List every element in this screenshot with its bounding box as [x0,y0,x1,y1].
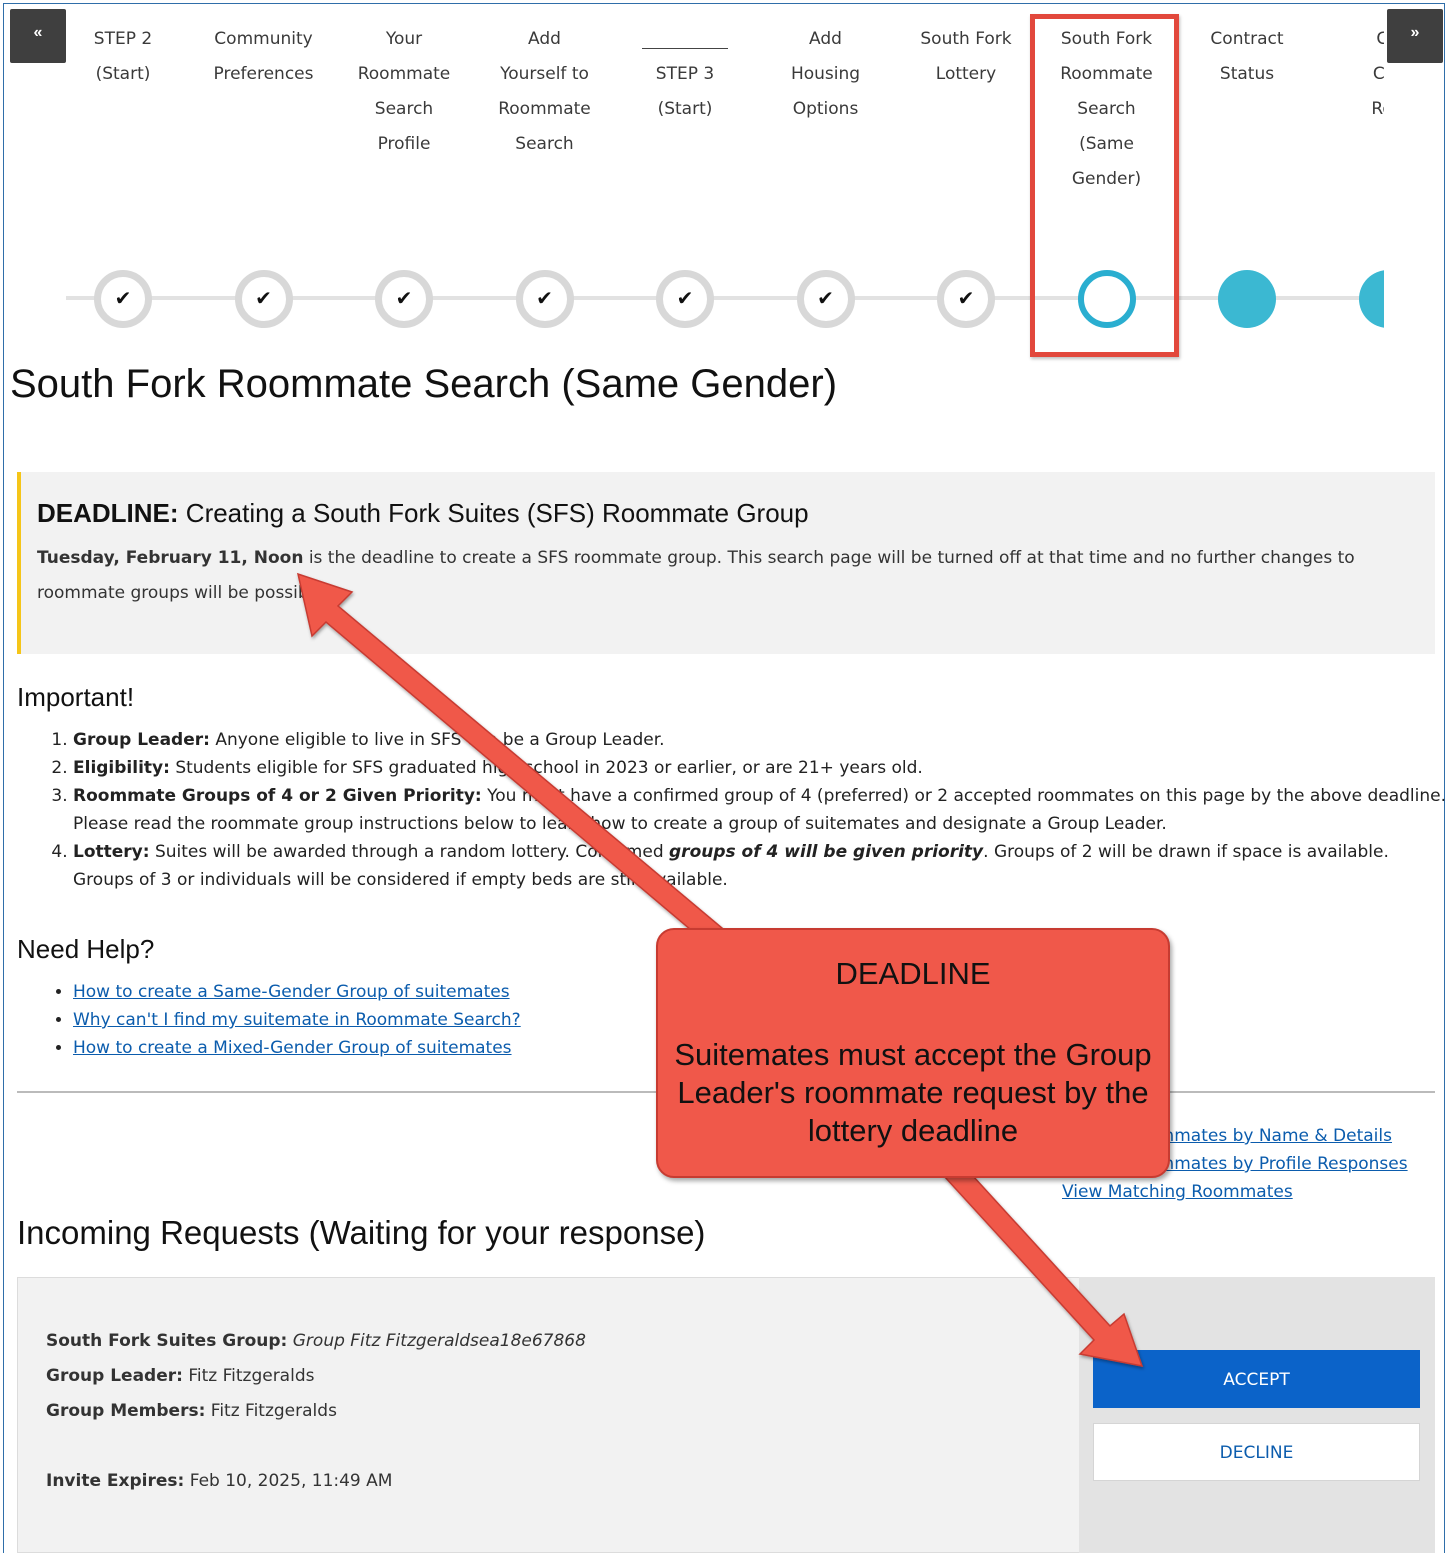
list-item: Group Leader: Anyone eligible to live in… [73,726,1450,754]
deadline-notice: DEADLINE: Creating a South Fork Suites (… [17,472,1435,654]
current-step-highlight [1030,14,1179,357]
list-item: How to create a Same-Gender Group of sui… [73,978,521,1006]
deadline-title: DEADLINE: Creating a South Fork Suites (… [37,498,809,528]
upcoming-step-icon [1358,270,1384,328]
step-label: South Fork Lottery [920,29,1012,84]
checkmark-icon [94,270,152,328]
step-label: STEP 3 (Start) [625,22,745,127]
callout-title: DEADLINE [835,956,991,991]
list-item: Roommate Groups of 4 or 2 Given Priority… [73,782,1450,838]
callout-body: Suitemates must accept the Group Leader'… [674,1037,1152,1148]
view-matching-roommates-link[interactable]: View Matching Roommates [1062,1182,1293,1202]
checkmark-icon [656,270,714,328]
important-heading: Important! [17,682,135,712]
important-list: Group Leader: Anyone eligible to live in… [20,726,1450,894]
next-steps-button[interactable]: » [1387,9,1443,63]
step-label: Add Housing Options [790,29,861,119]
step-label: Your Roommate Search Profile [357,29,451,154]
checkmark-icon [796,270,855,328]
step-label: STEP 2 (Start) [93,29,153,84]
list-item: How to create a Mixed-Gender Group of su… [73,1034,521,1062]
group-name: Group Fitz Fitzgeraldsea18e67868 [292,1331,586,1351]
group-leader: Fitz Fitzgeralds [188,1366,315,1386]
request-actions-panel [1079,1277,1435,1553]
upcoming-step-icon [1218,270,1276,328]
page-title: South Fork Roommate Search (Same Gender) [10,362,838,406]
list-item: Why can't I find my suitemate in Roommat… [73,1006,521,1034]
help-link-mixed-gender[interactable]: How to create a Mixed-Gender Group of su… [73,1038,512,1058]
checkmark-icon [234,270,293,328]
help-links: How to create a Same-Gender Group of sui… [20,978,521,1062]
previous-steps-button[interactable]: « [10,9,66,63]
help-link-find-suitemate[interactable]: Why can't I find my suitemate in Roommat… [73,1010,521,1030]
group-members: Fitz Fitzgeralds [210,1401,337,1421]
list-item: Lottery: Suites will be awarded through … [73,838,1450,894]
checkmark-icon [937,270,995,328]
step-label: CaCorReq [1371,29,1384,119]
step-label: Community Preferences [213,29,314,84]
decline-button[interactable]: DECLINE [1093,1423,1420,1481]
invite-expires: Invite Expires: Feb 10, 2025, 11:49 AM [46,1471,393,1491]
checkmark-icon [515,270,574,328]
progress-steps: STEP 2(Start) CommunityPreferences YourRoo… [66,20,1384,340]
help-heading: Need Help? [17,934,155,964]
help-link-same-gender[interactable]: How to create a Same-Gender Group of sui… [73,982,510,1002]
checkmark-icon [375,270,433,328]
deadline-text: Tuesday, February 11, Noon is the deadli… [37,548,1355,603]
incoming-requests-heading: Incoming Requests (Waiting for your resp… [17,1214,706,1251]
list-item: Eligibility: Students eligible for SFS g… [73,754,1450,782]
request-details: South Fork Suites Group: Group Fitz Fitz… [46,1331,586,1421]
step-label: Add Yourself to Roommate Search [498,29,591,154]
accept-button[interactable]: ACCEPT [1093,1350,1420,1408]
step-label: Contract Status [1210,29,1284,84]
deadline-callout: DEADLINE Suitemates must accept the Grou… [656,928,1170,1178]
